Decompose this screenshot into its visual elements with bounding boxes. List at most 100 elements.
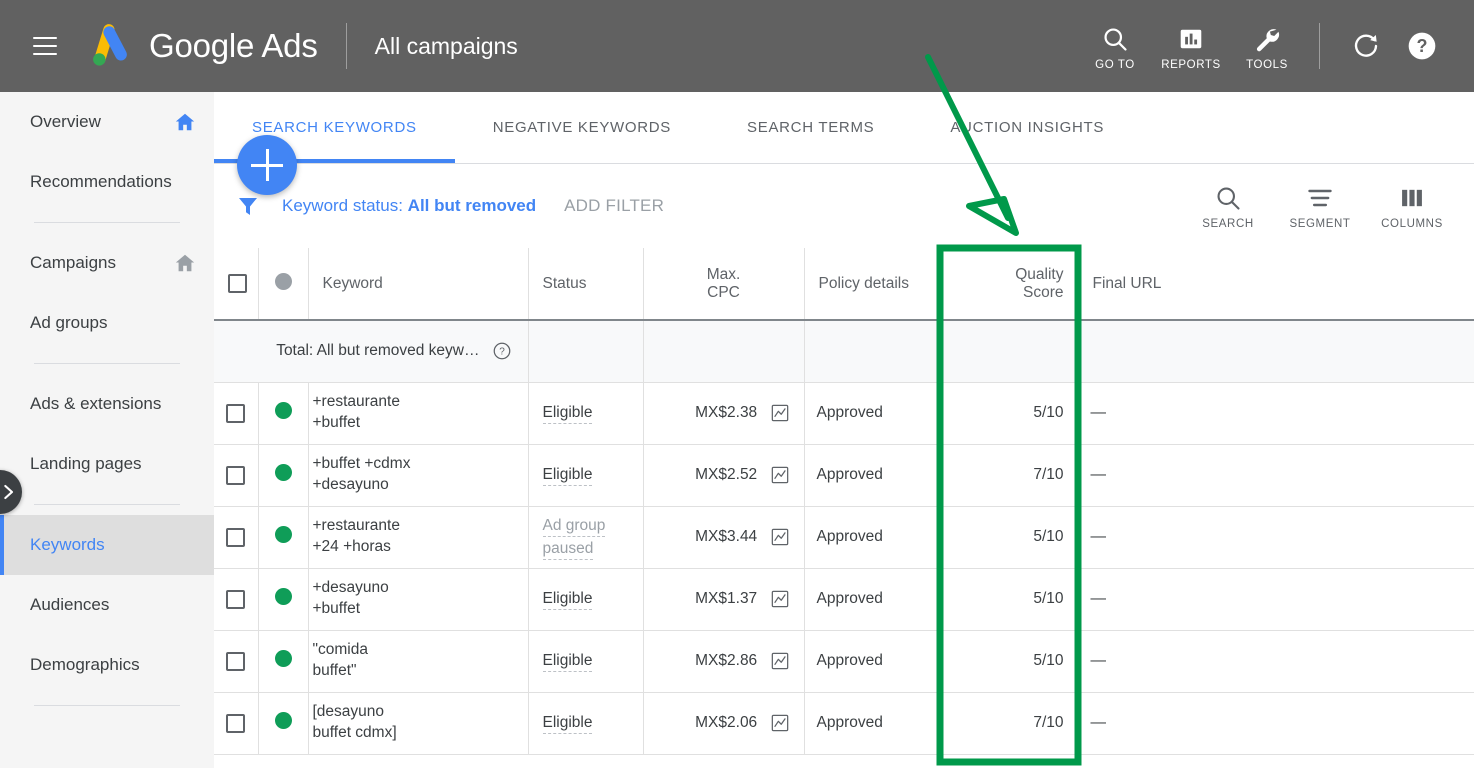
row-max-cpc-cell[interactable]: MX$2.06	[643, 692, 805, 755]
row-keyword-cell[interactable]: "comida buffet"	[308, 630, 529, 693]
totals-status-cell	[528, 320, 644, 383]
keyword-status-filter-chip[interactable]: Keyword status: All but removed	[282, 196, 536, 216]
column-header-policy-details[interactable]: Policy details	[804, 248, 941, 321]
table-row[interactable]: +restaurante +buffet Eligible MX$2.38 Ap…	[214, 382, 1474, 445]
row-max-cpc-cell[interactable]: MX$1.37	[643, 568, 805, 631]
row-checkbox[interactable]	[226, 589, 246, 609]
help-button[interactable]: ?	[1394, 30, 1450, 62]
row-policy-cell: Approved	[804, 506, 941, 569]
status-text[interactable]: Eligible	[542, 590, 593, 611]
row-status-dot-cell	[258, 444, 309, 507]
column-header-max-cpc[interactable]: Max. CPC	[643, 248, 805, 321]
row-max-cpc-cell[interactable]: MX$2.38	[643, 382, 805, 445]
table-header-row: Keyword Status Max. CPC Policy details Q…	[214, 248, 1474, 321]
max-cpc-value: MX$2.86	[695, 652, 758, 670]
table-row[interactable]: [desayuno buffet cdmx] Eligible MX$2.06	[214, 692, 1474, 755]
hamburger-menu-icon[interactable]	[33, 37, 57, 55]
header-divider	[345, 23, 347, 69]
tools-button[interactable]: TOOLS	[1229, 22, 1305, 71]
column-header-label: Policy details	[818, 274, 909, 292]
tab-label: SEARCH KEYWORDS	[252, 118, 417, 136]
bid-simulator-chart-icon[interactable]	[770, 651, 790, 671]
search-button[interactable]: SEARCH	[1182, 182, 1274, 230]
help-circle-outline-icon[interactable]: ?	[492, 341, 512, 361]
keyword-line-2: +buffet	[312, 600, 361, 617]
row-max-cpc-cell[interactable]: MX$3.44	[643, 506, 805, 569]
select-all-checkbox[interactable]	[228, 274, 247, 293]
table-row[interactable]: +desayuno +buffet Eligible MX$1.37 Appro…	[214, 568, 1474, 631]
status-text[interactable]: Eligible	[542, 466, 593, 487]
row-max-cpc-cell[interactable]: MX$2.86	[643, 630, 805, 693]
table-row[interactable]: +restaurante +24 +horas Ad group paused …	[214, 506, 1474, 569]
columns-button[interactable]: COLUMNS	[1366, 182, 1458, 230]
segment-lines-icon	[1306, 182, 1334, 214]
plus-icon	[251, 163, 283, 167]
keyword-line-1: +desayuno	[312, 579, 389, 597]
add-keyword-fab[interactable]	[237, 135, 297, 195]
row-policy-cell: Approved	[804, 568, 941, 631]
row-checkbox[interactable]	[226, 651, 246, 671]
add-filter-button[interactable]: ADD FILTER	[564, 196, 664, 216]
row-status-dot-cell	[258, 692, 309, 755]
max-cpc-value: MX$1.37	[695, 590, 758, 608]
reports-button[interactable]: REPORTS	[1153, 22, 1229, 71]
go-to-button[interactable]: GO TO	[1077, 22, 1153, 71]
row-checkbox[interactable]	[226, 465, 246, 485]
status-dot-icon	[274, 650, 292, 667]
sidebar-item-label: Keywords	[30, 535, 105, 554]
status-text[interactable]: Eligible	[542, 404, 593, 425]
tab-auction-insights[interactable]: AUCTION INSIGHTS	[912, 92, 1142, 163]
tab-negative-keywords[interactable]: NEGATIVE KEYWORDS	[455, 92, 709, 163]
select-all-header	[214, 248, 259, 321]
column-header-label-line1: Max.	[706, 265, 741, 283]
refresh-button[interactable]	[1338, 31, 1394, 61]
keywords-table-body: Total: All but removed keyw… ? +restaura…	[214, 320, 1474, 755]
status-text[interactable]: Eligible	[542, 652, 593, 673]
bid-simulator-chart-icon[interactable]	[770, 465, 790, 485]
table-row[interactable]: "comida buffet" Eligible MX$2.86 Approve…	[214, 630, 1474, 693]
bid-simulator-chart-icon[interactable]	[770, 713, 790, 733]
row-final-url-cell: —	[1078, 382, 1474, 445]
bid-simulator-chart-icon[interactable]	[770, 527, 790, 547]
segment-label: SEGMENT	[1289, 218, 1351, 230]
column-header-label-line1: Quality	[1015, 265, 1064, 283]
sidebar-item-campaigns[interactable]: Campaigns	[0, 233, 214, 293]
sidebar-item-audiences[interactable]: Audiences	[0, 575, 214, 635]
table-row[interactable]: +buffet +cdmx +desayuno Eligible MX$2.52	[214, 444, 1474, 507]
column-header-status[interactable]: Status	[528, 248, 644, 321]
sidebar-item-ad-groups[interactable]: Ad groups	[0, 293, 214, 353]
sidebar-item-landing-pages[interactable]: Landing pages	[0, 434, 214, 494]
column-header-keyword[interactable]: Keyword	[308, 248, 529, 321]
filter-funnel-icon[interactable]	[236, 194, 260, 218]
row-keyword-cell[interactable]: +restaurante +24 +horas	[308, 506, 529, 569]
totals-policy-cell	[804, 320, 941, 383]
status-text-line-2[interactable]: paused	[542, 540, 594, 560]
row-max-cpc-cell[interactable]: MX$2.52	[643, 444, 805, 507]
row-checkbox[interactable]	[226, 403, 246, 423]
status-text[interactable]: Eligible	[542, 714, 593, 735]
status-text-line-1[interactable]: Ad group	[542, 516, 606, 537]
keyword-line-2: +24 +horas	[312, 538, 391, 555]
filter-toolbar: Keyword status: All but removed ADD FILT…	[214, 135, 1474, 248]
row-keyword-cell[interactable]: +buffet +cdmx +desayuno	[308, 444, 529, 507]
sidebar-item-overview[interactable]: Overview	[0, 92, 214, 152]
sidebar-item-label: Audiences	[30, 595, 110, 614]
column-header-quality-score[interactable]: Quality Score	[940, 248, 1079, 321]
sidebar-divider	[34, 363, 180, 364]
sidebar-item-ads-extensions[interactable]: Ads & extensions	[0, 374, 214, 434]
row-keyword-cell[interactable]: [desayuno buffet cdmx]	[308, 692, 529, 755]
bid-simulator-chart-icon[interactable]	[770, 403, 790, 423]
sidebar-item-keywords[interactable]: Keywords	[0, 515, 214, 575]
row-status-dot-cell	[258, 630, 309, 693]
row-checkbox[interactable]	[226, 527, 246, 547]
row-keyword-cell[interactable]: +desayuno +buffet	[308, 568, 529, 631]
row-keyword-cell[interactable]: +restaurante +buffet	[308, 382, 529, 445]
bid-simulator-chart-icon[interactable]	[770, 589, 790, 609]
sidebar-item-recommendations[interactable]: Recommendations	[0, 152, 214, 212]
tab-search-terms[interactable]: SEARCH TERMS	[709, 92, 912, 163]
segment-button[interactable]: SEGMENT	[1274, 182, 1366, 230]
sidebar-item-demographics[interactable]: Demographics	[0, 635, 214, 695]
row-checkbox[interactable]	[226, 713, 246, 733]
row-final-url-cell: —	[1078, 568, 1474, 631]
column-header-final-url[interactable]: Final URL	[1078, 248, 1474, 321]
